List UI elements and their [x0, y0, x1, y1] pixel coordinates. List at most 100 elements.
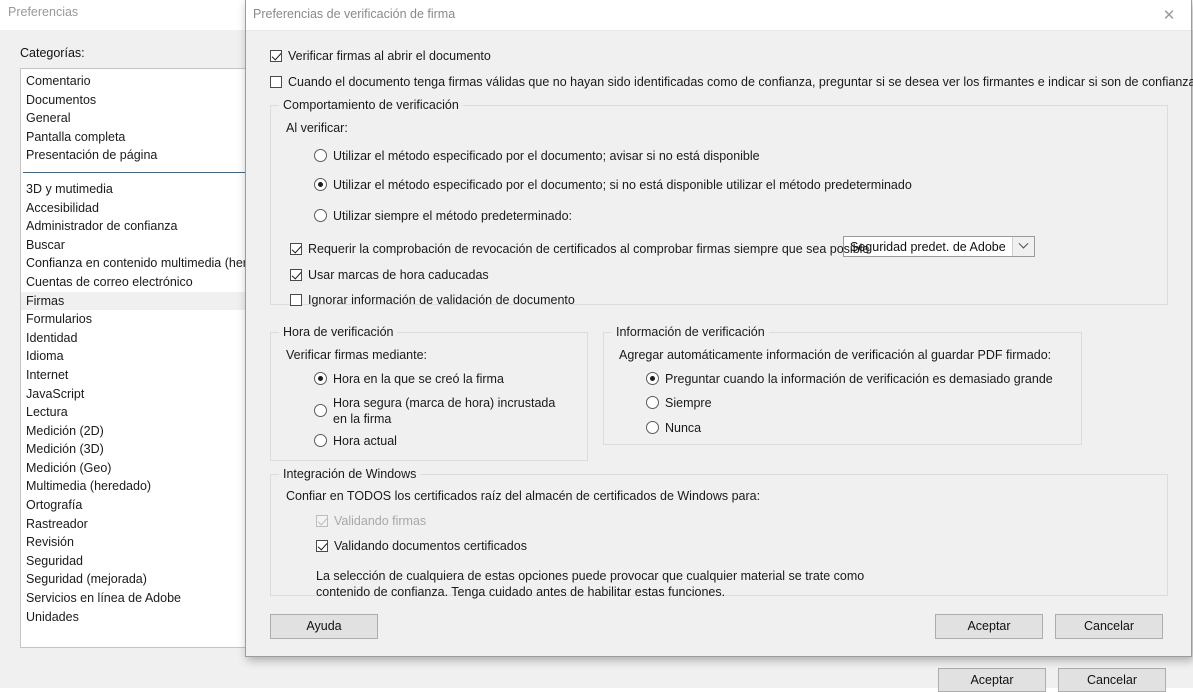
label-confiar-certificados-raiz: Confiar en TODOS los certificados raíz d… [286, 489, 761, 503]
checkbox-preguntar-firmantes[interactable]: Cuando el documento tenga firmas válidas… [270, 75, 1193, 89]
radio-metodo-documento-avisar[interactable]: Utilizar el método especificado por el d… [314, 149, 760, 163]
radio-hora-actual[interactable]: Hora actual [314, 434, 397, 448]
radio-label: Hora en la que se creó la firma [333, 372, 504, 386]
category-item[interactable]: Documentos [21, 91, 259, 110]
category-item[interactable]: Administrador de confianza [21, 217, 259, 236]
category-item[interactable]: Identidad [21, 329, 259, 348]
radio-label: Nunca [665, 421, 702, 435]
category-item[interactable]: Idioma [21, 347, 259, 366]
checkbox-box[interactable] [290, 243, 302, 255]
radio-label: Utilizar el método especificado por el d… [333, 149, 760, 163]
checkbox-label: Validando documentos certificados [334, 539, 527, 553]
checkbox-ignorar-info-validacion[interactable]: Ignorar información de validación de doc… [290, 293, 575, 307]
category-item[interactable]: 3D y mutimedia [21, 180, 259, 199]
dialog-titlebar: Preferencias de verificación de firma ✕ [246, 0, 1191, 31]
category-item[interactable]: Seguridad (mejorada) [21, 570, 259, 589]
checkbox-box[interactable] [270, 50, 282, 62]
dialog-title: Preferencias de verificación de firma [253, 7, 456, 21]
category-item[interactable]: General [21, 109, 259, 128]
radio-circle[interactable] [646, 396, 659, 409]
category-item[interactable]: Pantalla completa [21, 128, 259, 147]
preferences-ok-button[interactable]: Aceptar [938, 668, 1046, 692]
default-method-combobox[interactable]: Seguridad predet. de Adobe [843, 236, 1035, 257]
checkbox-verificar-firmas-al-abrir[interactable]: Verificar firmas al abrir el documento [270, 49, 491, 63]
radio-hora-creacion-firma[interactable]: Hora en la que se creó la firma [314, 372, 504, 386]
radio-circle[interactable] [314, 372, 327, 385]
category-item[interactable]: Revisión [21, 533, 259, 552]
checkbox-requerir-revocacion[interactable]: Requerir la comprobación de revocación d… [290, 242, 869, 256]
category-item[interactable]: Cuentas de correo electrónico [21, 273, 259, 292]
category-item[interactable]: Medición (3D) [21, 440, 259, 459]
radio-label: Hora segura (marca de hora) incrustada e… [333, 396, 556, 426]
category-item[interactable]: Unidades [21, 608, 259, 627]
radio-label: Hora actual [333, 434, 397, 448]
radio-hora-segura-incrustada[interactable]: Hora segura (marca de hora) incrustada e… [314, 395, 564, 427]
ok-button[interactable]: Aceptar [935, 614, 1043, 639]
category-item[interactable]: Accesibilidad [21, 199, 259, 218]
radio-circle[interactable] [314, 209, 327, 222]
combobox-value: Seguridad predet. de Adobe [850, 240, 1006, 254]
categories-label: Categorías: [20, 46, 85, 60]
checkbox-box[interactable] [316, 540, 328, 552]
help-button[interactable]: Ayuda [270, 614, 378, 639]
note-line-2: contenido de confianza. Tenga cuidado an… [316, 585, 726, 599]
checkbox-box [316, 515, 328, 527]
category-item[interactable]: Multimedia (heredado) [21, 477, 259, 496]
group-title: Información de verificación [612, 325, 769, 339]
help-button-label: Ayuda [306, 619, 342, 633]
radio-circle[interactable] [314, 434, 327, 447]
cancel-button-label: Cancelar [1083, 619, 1135, 633]
label-agregar-info-verificacion: Agregar automáticamente información de v… [619, 348, 1052, 362]
label-al-verificar: Al verificar: [286, 121, 348, 135]
category-item[interactable]: Servicios en línea de Adobe [21, 589, 259, 608]
radio-circle[interactable] [314, 404, 327, 417]
category-item[interactable]: Formularios [21, 310, 259, 329]
radio-siempre[interactable]: Siempre [646, 396, 712, 410]
category-item[interactable]: Medición (2D) [21, 422, 259, 441]
category-item-firmas[interactable]: Firmas [21, 291, 259, 311]
group-title: Hora de verificación [279, 325, 398, 339]
categories-listbox[interactable]: Comentario Documentos General Pantalla c… [20, 68, 260, 648]
category-item[interactable]: Buscar [21, 236, 259, 255]
checkbox-label: Ignorar información de validación de doc… [308, 293, 575, 307]
checkbox-label: Verificar firmas al abrir el documento [288, 49, 491, 63]
ok-button-label: Aceptar [967, 619, 1011, 633]
category-item[interactable]: Lectura [21, 403, 259, 422]
cancel-button[interactable]: Cancelar [1055, 614, 1163, 639]
radio-circle[interactable] [314, 178, 327, 191]
radio-circle[interactable] [646, 372, 659, 385]
group-title: Comportamiento de verificación [279, 98, 463, 112]
radio-siempre-metodo-predeterminado[interactable]: Utilizar siempre el método predeterminad… [314, 209, 572, 223]
radio-preguntar-info-grande[interactable]: Preguntar cuando la información de verif… [646, 372, 1053, 386]
category-item[interactable]: JavaScript [21, 385, 259, 404]
checkbox-label: Requerir la comprobación de revocación d… [308, 242, 870, 256]
category-separator [23, 171, 257, 173]
checkbox-validando-firmas: Validando firmas [316, 514, 426, 528]
checkbox-validando-documentos-certificados[interactable]: Validando documentos certificados [316, 539, 527, 553]
label-verificar-firmas-mediante: Verificar firmas mediante: [286, 348, 428, 362]
checkbox-box[interactable] [290, 294, 302, 306]
chevron-down-icon[interactable] [1012, 237, 1034, 256]
close-icon[interactable]: ✕ [1147, 0, 1191, 30]
category-item[interactable]: Seguridad [21, 552, 259, 571]
preferences-title: Preferencias [8, 5, 79, 19]
category-item[interactable]: Confianza en contenido multimedia (here [21, 254, 259, 273]
radio-circle[interactable] [646, 421, 659, 434]
checkbox-label: Validando firmas [334, 514, 427, 528]
radio-metodo-documento-predeterminado[interactable]: Utilizar el método especificado por el d… [314, 178, 912, 192]
radio-label: Utilizar siempre el método predeterminad… [333, 209, 572, 223]
checkbox-marcas-hora-caducadas[interactable]: Usar marcas de hora caducadas [290, 268, 489, 282]
checkbox-box[interactable] [290, 269, 302, 281]
category-item[interactable]: Comentario [21, 72, 259, 91]
category-item[interactable]: Internet [21, 366, 259, 385]
note-line-1: La selección de cualquiera de estas opci… [316, 569, 865, 583]
category-item[interactable]: Medición (Geo) [21, 459, 259, 478]
checkbox-box[interactable] [270, 76, 282, 88]
radio-circle[interactable] [314, 149, 327, 162]
radio-label: Utilizar el método especificado por el d… [333, 178, 912, 192]
preferences-cancel-button[interactable]: Cancelar [1058, 668, 1166, 692]
category-item[interactable]: Rastreador [21, 515, 259, 534]
radio-nunca[interactable]: Nunca [646, 421, 701, 435]
category-item[interactable]: Ortografía [21, 496, 259, 515]
category-item[interactable]: Presentación de página [21, 146, 259, 165]
